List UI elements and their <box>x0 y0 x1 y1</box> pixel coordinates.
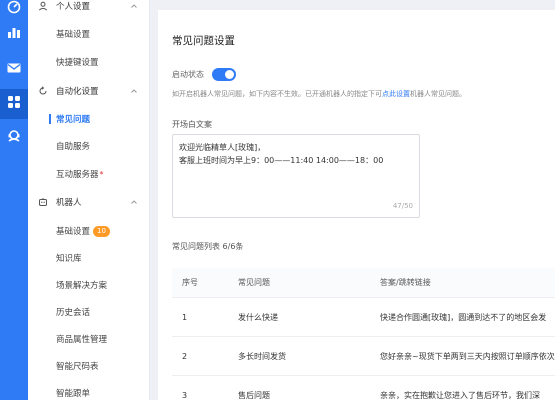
menu-group-label: 个人设置 <box>56 2 91 12</box>
menu-item-product-attributes[interactable]: 商品属性管理 <box>28 327 150 351</box>
welcome-label: 开场白文案 <box>172 120 212 129</box>
menu-item-label: 基础设置 <box>56 30 91 40</box>
faq-list-title: 常见问题列表 6/6条 <box>172 242 244 251</box>
required-mark: * <box>99 170 104 179</box>
rail-chart-button[interactable] <box>0 19 28 49</box>
refresh-icon <box>38 86 48 96</box>
rail-mail-button[interactable] <box>0 55 28 85</box>
column-header: 序号 <box>182 278 198 287</box>
table-header: 序号 常见问题 答案/跳转链接 <box>172 268 555 298</box>
menu-item-basic-settings[interactable]: 基础设置 <box>28 22 150 46</box>
cell-answer: 您好亲亲~现货下单两到三天内按照订单顺序依次 <box>380 352 555 361</box>
menu-group-label: 机器人 <box>56 198 82 208</box>
chevron-up-icon <box>131 4 137 8</box>
cell-answer: 快递合作圆通[玫瑰]，圆通到达不了的地区会发 <box>380 313 547 322</box>
menu-item-label: 知识库 <box>56 254 82 264</box>
menu-item-label: 智能尺码表 <box>56 362 99 372</box>
icon-rail <box>0 0 28 400</box>
menu-item-label: 自助服务 <box>56 142 91 152</box>
welcome-line: 欢迎光临精草人[玫瑰]， <box>179 143 266 152</box>
menu-item-smart-followup[interactable]: 智能跟单 <box>28 381 150 400</box>
menu-item-shortcut-settings[interactable]: 快捷键设置 <box>28 50 150 74</box>
menu-item-knowledge-base[interactable]: 知识库 <box>28 246 150 270</box>
status-row: 启动状态 <box>172 67 236 81</box>
menu-item-label: 快捷键设置 <box>56 58 99 68</box>
cell-index: 2 <box>182 352 188 361</box>
menu-item-label-wrap: 基础设置 10 <box>56 225 110 237</box>
table-row[interactable]: 3 售后问题 亲亲，实在抱歉让您进入了售后环节，我们深 <box>172 377 555 400</box>
menu-item-label-wrap: 互动服务器* <box>56 168 104 180</box>
menu-item-label: 场景解决方案 <box>56 281 108 291</box>
settings-menu: 个人设置 基础设置 快捷键设置 自动化设置 常见问题 自助服务 互动服务器* 机… <box>28 0 150 400</box>
cell-answer: 亲亲，实在抱歉让您进入了售后环节，我们深 <box>380 391 540 400</box>
settings-link[interactable]: 点此设置 <box>382 90 410 98</box>
menu-item-scenario-solutions[interactable]: 场景解决方案 <box>28 273 150 297</box>
menu-item-self-service[interactable]: 自助服务 <box>28 134 150 158</box>
menu-item-robot-basic-settings[interactable]: 基础设置 10 <box>28 219 150 243</box>
rail-apps-button[interactable] <box>0 89 28 119</box>
table-row[interactable]: 1 发什么快递 快递合作圆通[玫瑰]，圆通到达不了的地区会发 <box>172 299 555 337</box>
char-counter: 47/50 <box>392 202 413 210</box>
hint-prefix: 如开启机器人常见问题，如下内容不生效。已开通机器人的指定下可 <box>172 90 382 98</box>
robot-icon <box>38 197 48 207</box>
menu-item-label: 商品属性管理 <box>56 335 108 345</box>
menu-item-smart-size-chart[interactable]: 智能尺码表 <box>28 354 150 378</box>
cell-question: 售后问题 <box>238 391 270 400</box>
menu-group-robot[interactable]: 机器人 <box>28 190 150 214</box>
column-header: 常见问题 <box>238 278 270 287</box>
toggle-knob <box>225 69 234 79</box>
hint-text: 如开启机器人常见问题，如下内容不生效。已开通机器人的指定下可点此设置机器人常见问… <box>172 89 466 99</box>
menu-group-personal-settings[interactable]: 个人设置 <box>28 0 150 18</box>
apps-icon <box>6 94 22 114</box>
chart-icon <box>6 24 22 44</box>
column-header: 答案/跳转链接 <box>380 278 431 287</box>
customer-service-icon <box>6 128 22 148</box>
menu-item-label: 基础设置 <box>56 227 91 237</box>
table-row[interactable]: 2 多长时间发货 您好亲亲~现货下单两到三天内按照订单顺序依次 <box>172 338 555 376</box>
menu-item-label: 常见问题 <box>56 115 91 125</box>
menu-group-label: 自动化设置 <box>56 87 99 97</box>
dashboard-icon <box>6 0 22 19</box>
welcome-textarea[interactable]: 欢迎光临精草人[玫瑰]， 客服上班时间为早上9：00——11:40 14:00—… <box>172 134 420 218</box>
faq-settings-panel: 常见问题设置 启动状态 如开启机器人常见问题，如下内容不生效。已开通机器人的指定… <box>158 10 555 400</box>
cell-index: 1 <box>182 313 188 322</box>
mail-icon <box>6 60 22 80</box>
count-badge: 10 <box>93 226 110 237</box>
chevron-up-icon <box>131 200 137 204</box>
menu-group-automation-settings[interactable]: 自动化设置 <box>28 79 150 103</box>
page-title: 常见问题设置 <box>172 35 235 47</box>
status-toggle[interactable] <box>212 67 236 81</box>
toggle-label: 启动状态 <box>172 69 204 79</box>
active-indicator <box>49 114 51 124</box>
menu-item-label: 互动服务器 <box>56 170 99 180</box>
cell-question: 多长时间发货 <box>238 352 286 361</box>
menu-item-label: 智能跟单 <box>56 389 91 399</box>
hint-suffix: 机器人常见问题。 <box>410 90 466 98</box>
cell-question: 发什么快递 <box>238 313 278 322</box>
welcome-line: 客服上班时间为早上9：00——11:40 14:00——18：00 <box>179 156 384 165</box>
menu-item-interactive-service[interactable]: 互动服务器* <box>28 162 150 186</box>
menu-item-history-sessions[interactable]: 历史会话 <box>28 300 150 324</box>
user-icon <box>38 1 48 11</box>
cell-index: 3 <box>182 391 188 400</box>
rail-service-button[interactable] <box>0 123 28 153</box>
chevron-up-icon <box>131 89 137 93</box>
menu-item-faq[interactable]: 常见问题 <box>28 107 150 131</box>
menu-item-label: 历史会话 <box>56 308 91 318</box>
